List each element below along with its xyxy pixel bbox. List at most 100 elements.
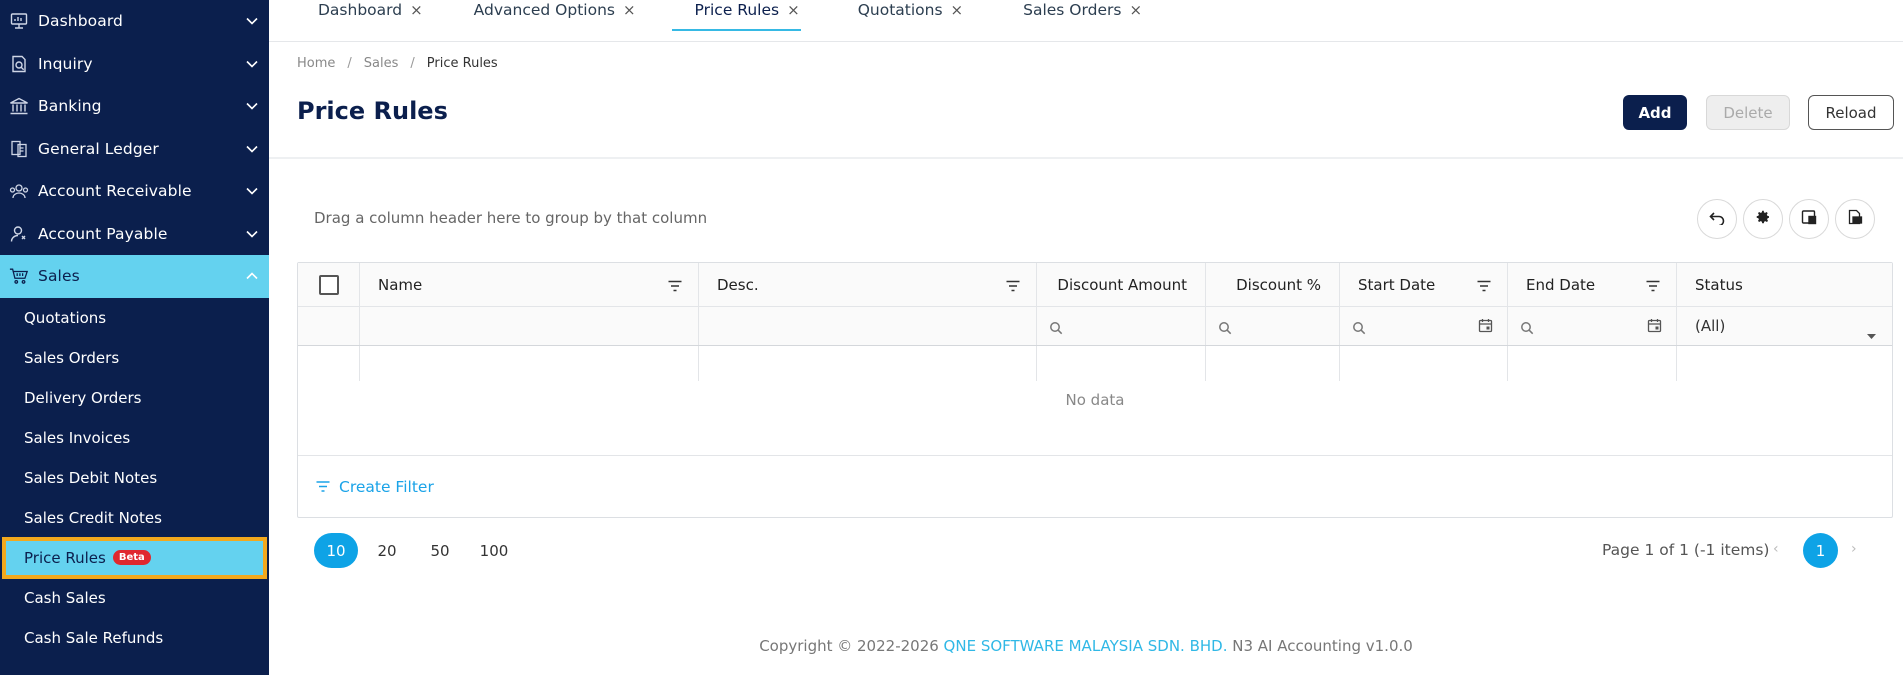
sidebar-item-dashboard[interactable]: Dashboard bbox=[0, 0, 269, 43]
sidebar-item-label: Price Rules bbox=[24, 548, 106, 567]
status-filter-select[interactable]: (All) bbox=[1677, 307, 1892, 345]
sidebar-item-price-rules[interactable]: Price Rules Beta bbox=[2, 536, 267, 579]
delete-button[interactable]: Delete bbox=[1706, 95, 1790, 130]
column-header-label: Start Date bbox=[1358, 275, 1436, 294]
company-link[interactable]: QNE SOFTWARE MALAYSIA SDN. BHD. bbox=[944, 637, 1228, 655]
column-header-start-date[interactable]: Start Date bbox=[1340, 263, 1508, 306]
filter-icon bbox=[316, 478, 330, 496]
filter-icon[interactable] bbox=[668, 278, 682, 296]
undo-button[interactable] bbox=[1697, 199, 1737, 239]
breadcrumb-home[interactable]: Home bbox=[297, 56, 335, 71]
calendar-icon[interactable] bbox=[1478, 318, 1493, 337]
empty-cell bbox=[699, 346, 1037, 381]
reload-button[interactable]: Reload bbox=[1808, 95, 1894, 130]
start-date-filter-input[interactable] bbox=[1340, 307, 1508, 345]
add-button[interactable]: Add bbox=[1623, 95, 1687, 130]
chevron-down-icon bbox=[245, 184, 259, 198]
desc-filter-input[interactable] bbox=[699, 307, 1037, 345]
close-icon[interactable]: × bbox=[1129, 1, 1142, 19]
sidebar-item-sales-orders[interactable]: Sales Orders bbox=[0, 338, 269, 378]
page-size-10[interactable]: 10 bbox=[314, 533, 358, 568]
payable-icon bbox=[9, 224, 29, 244]
sidebar-item-label: Account Receivable bbox=[38, 182, 192, 201]
page-number-1[interactable]: 1 bbox=[1803, 533, 1838, 568]
tab-label: Sales Orders bbox=[1023, 1, 1122, 19]
export-button[interactable] bbox=[1835, 199, 1875, 239]
column-header-name[interactable]: Name bbox=[360, 263, 699, 306]
settings-button[interactable] bbox=[1743, 199, 1783, 239]
sidebar-item-sales-invoices[interactable]: Sales Invoices bbox=[0, 418, 269, 458]
empty-cell bbox=[1508, 346, 1677, 381]
bank-icon bbox=[9, 96, 29, 116]
chevron-down-icon bbox=[245, 142, 259, 156]
sidebar-item-sales[interactable]: Sales bbox=[0, 255, 269, 298]
tab-price-rules[interactable]: Price Rules × bbox=[671, 0, 801, 42]
page-size-50[interactable]: 50 bbox=[421, 533, 459, 568]
column-header-discount-percent[interactable]: Discount % bbox=[1206, 263, 1340, 306]
receivable-icon bbox=[9, 181, 29, 201]
ledger-icon bbox=[9, 139, 29, 159]
close-icon[interactable]: × bbox=[951, 1, 964, 19]
end-date-filter-input[interactable] bbox=[1508, 307, 1677, 345]
empty-cell bbox=[1206, 346, 1340, 381]
name-filter-input[interactable] bbox=[360, 307, 699, 345]
sidebar-item-quotations[interactable]: Quotations bbox=[0, 298, 269, 338]
close-icon[interactable]: × bbox=[410, 1, 423, 19]
breadcrumb-sales[interactable]: Sales bbox=[364, 56, 399, 71]
column-header-end-date[interactable]: End Date bbox=[1508, 263, 1677, 306]
column-header-label: Desc. bbox=[717, 275, 759, 294]
sidebar-item-sales-debit-notes[interactable]: Sales Debit Notes bbox=[0, 458, 269, 498]
page-title: Price Rules bbox=[297, 97, 448, 125]
tab-label: Price Rules bbox=[694, 1, 780, 19]
sidebar-item-cash-sales[interactable]: Cash Sales bbox=[0, 578, 269, 618]
filter-icon[interactable] bbox=[1006, 278, 1020, 296]
next-page-button[interactable]: › bbox=[1851, 541, 1857, 557]
sidebar-item-account-receivable[interactable]: Account Receivable bbox=[0, 170, 269, 213]
sidebar-item-general-ledger[interactable]: General Ledger bbox=[0, 128, 269, 171]
column-header-status[interactable]: Status bbox=[1677, 263, 1892, 306]
sidebar: Dashboard Inquiry Banking General Ledger… bbox=[0, 0, 269, 675]
chevron-down-icon bbox=[245, 227, 259, 241]
empty-cell bbox=[1037, 346, 1206, 381]
sidebar-item-delivery-orders[interactable]: Delivery Orders bbox=[0, 378, 269, 418]
column-header-desc[interactable]: Desc. bbox=[699, 263, 1037, 306]
price-rules-grid: Name Desc. Discount Amount Discount % St… bbox=[297, 262, 1893, 518]
page-size-20[interactable]: 20 bbox=[368, 533, 406, 568]
page-size-100[interactable]: 100 bbox=[475, 533, 513, 568]
prev-page-button[interactable]: ‹ bbox=[1773, 541, 1779, 557]
sidebar-item-label: Account Payable bbox=[38, 224, 168, 243]
discount-amount-filter-input[interactable] bbox=[1037, 307, 1206, 345]
discount-percent-filter-input[interactable] bbox=[1206, 307, 1340, 345]
sidebar-item-sales-credit-notes[interactable]: Sales Credit Notes bbox=[0, 498, 269, 538]
tab-quotations[interactable]: Quotations × bbox=[858, 0, 963, 42]
column-header-discount-amount[interactable]: Discount Amount bbox=[1037, 263, 1206, 306]
group-panel-hint[interactable]: Drag a column header here to group by th… bbox=[314, 209, 707, 227]
close-icon[interactable]: × bbox=[787, 1, 800, 19]
column-chooser-button[interactable] bbox=[1789, 199, 1829, 239]
tab-label: Advanced Options bbox=[473, 1, 615, 19]
empty-cell bbox=[360, 346, 699, 381]
close-icon[interactable]: × bbox=[623, 1, 636, 19]
create-filter-link[interactable]: Create Filter bbox=[316, 478, 434, 496]
breadcrumb: Home / Sales / Price Rules bbox=[297, 56, 498, 71]
inquiry-icon bbox=[9, 54, 29, 74]
empty-cell bbox=[1677, 346, 1892, 381]
column-chooser-icon bbox=[1801, 209, 1817, 229]
tab-advanced-options[interactable]: Advanced Options × bbox=[474, 0, 636, 42]
sidebar-item-account-payable[interactable]: Account Payable bbox=[0, 213, 269, 256]
filter-icon[interactable] bbox=[1477, 278, 1491, 296]
breadcrumb-current: Price Rules bbox=[426, 56, 498, 71]
select-all-checkbox[interactable] bbox=[318, 274, 339, 295]
calendar-icon[interactable] bbox=[1647, 318, 1662, 337]
dashboard-icon bbox=[9, 11, 29, 31]
page-info: Page 1 of 1 (-1 items) bbox=[1602, 541, 1770, 559]
empty-cell bbox=[298, 346, 360, 381]
status-filter-value: (All) bbox=[1695, 317, 1726, 335]
sidebar-item-label: Dashboard bbox=[38, 12, 123, 31]
sidebar-item-inquiry[interactable]: Inquiry bbox=[0, 43, 269, 86]
filter-icon[interactable] bbox=[1646, 278, 1660, 296]
tab-sales-orders[interactable]: Sales Orders × bbox=[1023, 0, 1142, 42]
tab-dashboard[interactable]: Dashboard × bbox=[318, 0, 423, 42]
breadcrumb-separator: / bbox=[410, 56, 415, 71]
sidebar-item-banking[interactable]: Banking bbox=[0, 85, 269, 128]
